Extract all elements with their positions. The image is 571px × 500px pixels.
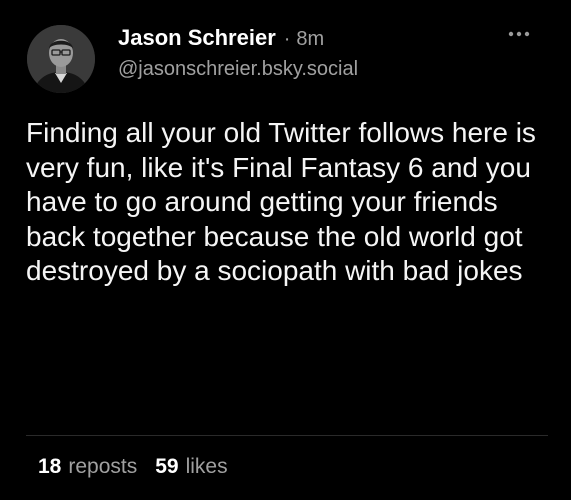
post-timestamp[interactable]: 8m — [296, 25, 324, 53]
post-stats: 18 reposts 59 likes — [38, 455, 228, 479]
ellipsis-icon — [508, 31, 530, 37]
post-header: Jason Schreier · 8m @jasonschreier.bsky.… — [118, 24, 518, 83]
post-text: Finding all your old Twitter follows her… — [26, 117, 536, 286]
name-row: Jason Schreier · 8m — [118, 24, 518, 53]
reposts-count: 18 — [38, 455, 62, 478]
likes-count: 59 — [155, 455, 179, 478]
author-display-name[interactable]: Jason Schreier — [118, 24, 276, 52]
likes-stat[interactable]: 59 likes — [155, 455, 227, 479]
divider — [26, 435, 548, 436]
post-card: Jason Schreier · 8m @jasonschreier.bsky.… — [0, 0, 571, 500]
avatar[interactable] — [27, 25, 95, 93]
likes-label: likes — [185, 455, 228, 478]
user-avatar-photo-icon — [27, 25, 95, 93]
separator-dot: · — [283, 28, 291, 50]
more-options-button[interactable] — [508, 27, 530, 41]
reposts-label: reposts — [68, 455, 138, 478]
reposts-stat[interactable]: 18 reposts — [38, 455, 137, 479]
author-handle[interactable]: @jasonschreier.bsky.social — [118, 55, 518, 83]
